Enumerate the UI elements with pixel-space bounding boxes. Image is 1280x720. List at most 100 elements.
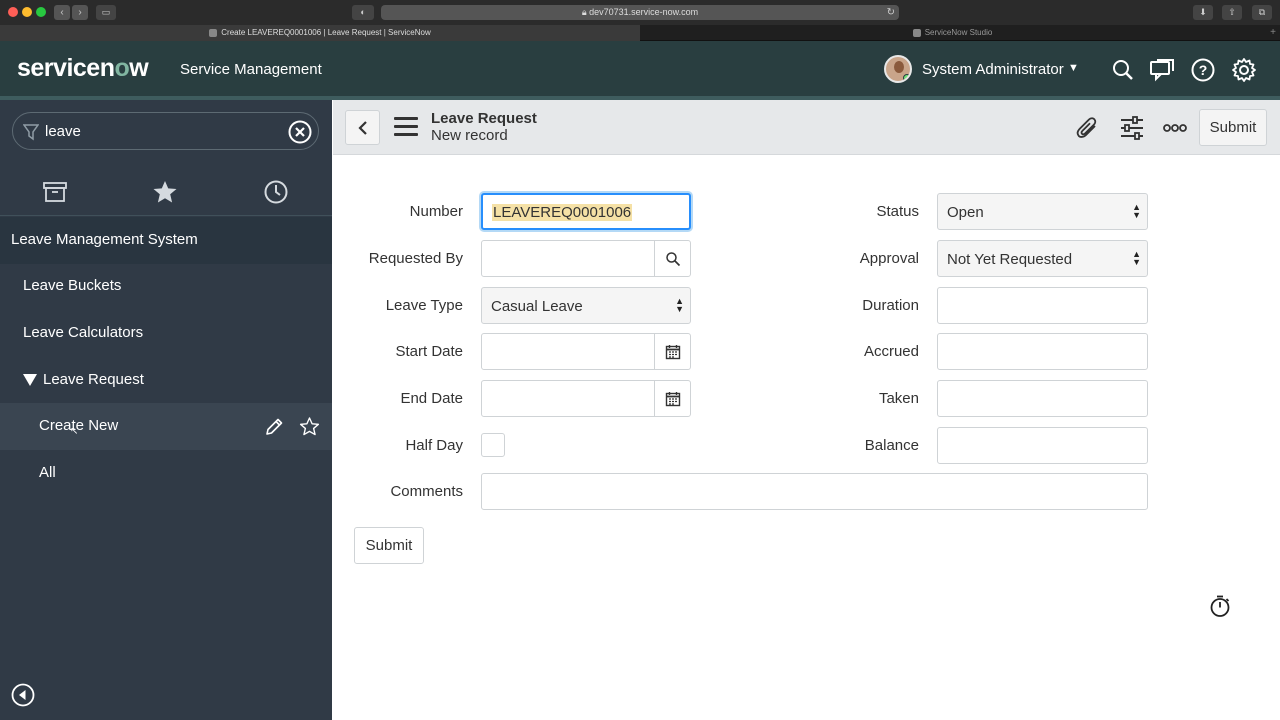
help-icon[interactable]: ? (1190, 57, 1216, 83)
search-icon[interactable] (1110, 57, 1136, 83)
navigator-tabs (0, 168, 332, 215)
start-date-label: Start Date (395, 343, 463, 360)
nav-application[interactable]: Leave Management System (0, 217, 332, 264)
calendar-icon (665, 344, 680, 359)
address-bar[interactable]: 🔒︎ dev70731.service-now.com ↻ (381, 5, 899, 20)
nav-submodule-all[interactable]: All (0, 450, 332, 497)
filter-icon (23, 124, 39, 141)
navigator-filter-input[interactable]: leave (45, 123, 81, 140)
nav-application-label: Leave Management System (11, 231, 198, 248)
nav-module-leave-buckets[interactable]: Leave Buckets (0, 263, 332, 310)
comments-field[interactable] (481, 473, 1148, 510)
browser-sidebar-icon[interactable]: ▭ (96, 5, 116, 20)
select-arrows-icon: ▲ ▼ (1132, 202, 1141, 220)
nav-submodule-label: All (39, 464, 56, 481)
browser-toolbar: ‹ › ▭ ◐ 🔒︎ dev70731.service-now.com ↻ ⬇ … (0, 0, 1280, 25)
collapse-navigator-icon[interactable] (11, 683, 35, 707)
navigator-filter[interactable]: leave (12, 112, 319, 150)
nav-module-leave-request[interactable]: Leave Request (0, 357, 332, 404)
tabs-overview-icon[interactable]: ⧉ (1252, 5, 1272, 20)
start-date-field[interactable] (481, 333, 691, 370)
tab-history[interactable] (221, 168, 331, 215)
gear-icon[interactable] (1231, 57, 1257, 83)
url-text: dev70731.service-now.com (589, 7, 699, 17)
status-label: Status (876, 203, 919, 220)
user-avatar[interactable] (884, 55, 912, 83)
end-date-label: End Date (400, 390, 463, 407)
maximize-window-button[interactable] (36, 7, 46, 17)
tab-favorites[interactable] (110, 168, 220, 215)
reference-lookup-button[interactable] (654, 241, 690, 276)
number-label: Number (409, 203, 463, 220)
attachment-icon[interactable] (1075, 115, 1101, 141)
approval-select[interactable]: Not Yet Requested ▲ ▼ (937, 240, 1148, 277)
share-icon[interactable]: ⇧ (1222, 5, 1242, 20)
nav-module-label: Leave Calculators (23, 324, 144, 341)
leave-type-value: Casual Leave (491, 298, 583, 315)
svg-text:?: ? (1199, 62, 1208, 78)
chevron-left-icon (357, 120, 367, 135)
half-day-checkbox[interactable] (481, 433, 505, 457)
end-date-field[interactable] (481, 380, 691, 417)
new-tab-button[interactable]: + (1270, 25, 1276, 41)
servicenow-logo[interactable]: servicenow (17, 54, 149, 83)
back-button[interactable] (345, 110, 380, 145)
taken-field[interactable] (937, 380, 1148, 417)
browser-back-button[interactable]: ‹ (54, 5, 70, 20)
browser-forward-button[interactable]: › (72, 5, 88, 20)
presence-indicator (903, 74, 910, 81)
leave-type-select[interactable]: Casual Leave ▲ ▼ (481, 287, 691, 324)
end-date-picker-button[interactable] (654, 381, 690, 416)
product-name: Service Management (180, 61, 322, 78)
tab-all-apps[interactable] (0, 168, 110, 215)
browser-tab-active[interactable]: Create LEAVEREQ0001006 | Leave Request |… (0, 25, 640, 41)
minimize-window-button[interactable] (22, 7, 32, 17)
status-value: Open (947, 204, 984, 221)
form-header: Leave Request New record Submit (333, 100, 1280, 155)
nav-submodule-create-new[interactable]: Create New ↖ (0, 403, 332, 450)
nav-module-leave-calculators[interactable]: Leave Calculators (0, 310, 332, 357)
duration-field[interactable] (937, 287, 1148, 324)
tab-label: Create LEAVEREQ0001006 | Leave Request |… (221, 28, 431, 37)
more-options-icon[interactable] (1162, 115, 1188, 141)
header-submit-button[interactable]: Submit (1199, 109, 1267, 146)
number-field[interactable]: LEAVEREQ0001006 (481, 193, 691, 230)
close-window-button[interactable] (8, 7, 18, 17)
caret-down-icon[interactable] (23, 374, 37, 386)
submit-button[interactable]: Submit (354, 527, 424, 564)
mouse-cursor-icon: ↖ (70, 426, 79, 437)
star-icon (153, 180, 177, 202)
requested-by-field[interactable] (481, 240, 691, 277)
edit-icon[interactable] (264, 417, 284, 437)
balance-field[interactable] (937, 427, 1148, 464)
comments-label: Comments (390, 483, 463, 500)
history-icon (264, 180, 288, 203)
navigator-divider (0, 215, 332, 216)
browser-tab-studio[interactable]: ServiceNow Studio (640, 25, 1265, 41)
clear-filter-icon[interactable] (287, 119, 313, 145)
approval-value: Not Yet Requested (947, 251, 1073, 268)
personalize-form-icon[interactable] (1119, 115, 1145, 141)
accrued-field[interactable] (937, 333, 1148, 370)
chat-icon[interactable] (1149, 57, 1175, 83)
application-navigator: leave Leave Management System Leave Buck… (0, 100, 332, 720)
privacy-shield-icon[interactable]: ◐ (352, 5, 374, 20)
approval-label: Approval (859, 250, 919, 267)
download-icon[interactable]: ⬇ (1193, 5, 1213, 20)
select-arrows-icon: ▲ ▼ (675, 296, 684, 314)
reload-icon[interactable]: ↻ (887, 5, 895, 20)
user-menu[interactable]: System Administrator (922, 61, 1064, 78)
start-date-picker-button[interactable] (654, 334, 690, 369)
stopwatch-icon[interactable] (1208, 594, 1232, 618)
half-day-label: Half Day (405, 437, 463, 454)
tab-label: ServiceNow Studio (924, 28, 993, 37)
status-select[interactable]: Open ▲ ▼ (937, 193, 1148, 230)
number-value: LEAVEREQ0001006 (492, 204, 633, 221)
chevron-down-icon[interactable]: ▼ (1068, 62, 1079, 74)
favorite-star-icon[interactable] (299, 416, 320, 437)
accrued-label: Accrued (863, 343, 919, 360)
nav-submodule-label: Create New (39, 417, 119, 434)
context-menu-icon[interactable] (394, 117, 418, 137)
duration-label: Duration (862, 297, 919, 314)
balance-label: Balance (864, 437, 919, 454)
